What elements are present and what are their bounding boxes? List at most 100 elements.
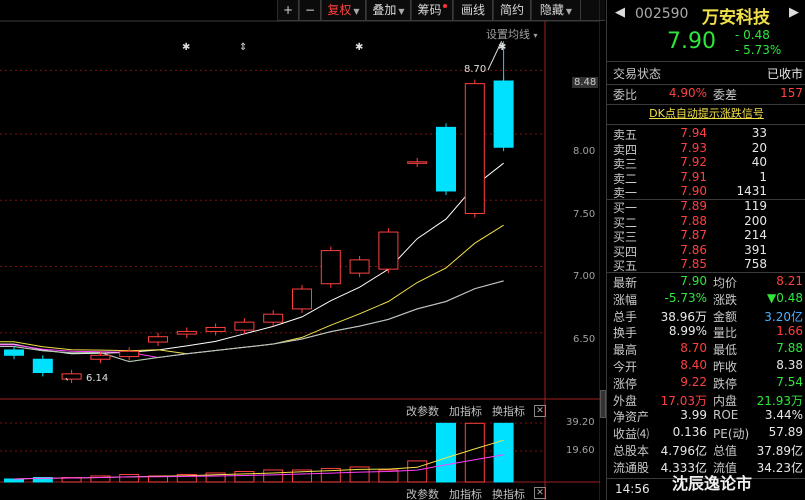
candlestick (436, 126, 456, 192)
status-label: 交易状态 (613, 67, 662, 81)
ma-settings-button[interactable]: 设置均线 ▾ (486, 26, 538, 42)
volume-tick-label: 39.20 (566, 417, 595, 428)
level-volume: 758 (744, 257, 767, 272)
stat-label: 收益⑷ (613, 427, 650, 442)
event-marker-icon[interactable]: ✱ (182, 42, 190, 53)
volume-ma-line (13, 454, 504, 480)
candlestick (349, 259, 370, 274)
stat-label: 总手 (613, 309, 638, 324)
volume-bar (234, 470, 255, 483)
switch-indicator-button[interactable]: 换指标 (492, 403, 525, 419)
add-indicator-button[interactable]: 加指标 (449, 486, 482, 500)
level-volume: 1 (759, 169, 767, 184)
bid-level-row[interactable]: 买一 7.89 119 (607, 199, 805, 215)
bid-level-row[interactable]: 买四 7.86 391 (607, 242, 805, 259)
stat-value: 7.54 (776, 374, 803, 389)
edit-params-button[interactable]: 改参数 (406, 486, 439, 500)
bid-level-row[interactable]: 买三 7.87 214 (607, 228, 805, 244)
stat-value: 3.44% (764, 408, 803, 423)
stat-row: 总手 38.96万 金额 3.20亿 (607, 308, 805, 325)
stat-label: 总股本 (613, 444, 650, 458)
candlestick (176, 330, 197, 335)
current-time: 14:56 (615, 482, 650, 496)
candlestick (493, 80, 514, 148)
kline-chart[interactable] (0, 0, 600, 500)
switch-indicator-button[interactable]: 换指标 (492, 486, 525, 500)
trade-status-row: 交易状态 已收市 (607, 65, 805, 83)
stat-value: 7.90 (680, 274, 707, 288)
bid-level-row[interactable]: 买二 7.88 200 (607, 213, 805, 230)
level-price: 7.89 (680, 199, 707, 213)
level-price: 7.87 (680, 228, 707, 243)
stat-label: 涨停 (613, 376, 638, 391)
price-tick-label: 6.50 (573, 334, 596, 345)
level-price: 7.92 (680, 155, 707, 170)
stat-row: 最新 7.90 均价 8.21 (607, 274, 805, 291)
stat-label: ROE (713, 408, 739, 423)
dk-signal-link[interactable]: DK点自动提示涨跌信号 (607, 105, 805, 123)
status-value: 已收市 (766, 67, 803, 81)
stat-label: 涨跌 (713, 292, 738, 307)
event-marker-icon[interactable]: ✱ (355, 42, 363, 53)
stat-label: 净资产 (613, 410, 650, 425)
next-stock-icon[interactable]: ▶ (789, 5, 799, 20)
split-marker-icon[interactable]: ⇕ (239, 42, 247, 53)
stat-value: 17.03万 (660, 393, 707, 408)
stat-row: 今开 8.40 昨收 8.38 (607, 358, 805, 375)
candlestick (292, 288, 312, 310)
ask-level-row[interactable]: 卖一 7.90 1431 (607, 184, 805, 200)
stat-label: 总值 (713, 444, 738, 458)
stat-value: 8.21 (776, 274, 803, 288)
stat-row: 外盘 17.03万 内盘 21.93万 (607, 392, 805, 409)
close-icon[interactable]: ✕ (534, 487, 546, 499)
level-volume: 20 (751, 140, 767, 155)
candlestick (320, 250, 341, 285)
add-indicator-button[interactable]: 加指标 (449, 403, 482, 419)
stat-value: 8.38 (776, 358, 803, 372)
edit-params-button[interactable]: 改参数 (406, 403, 439, 419)
stat-value: 0.136 (672, 425, 707, 440)
stat-value: 38.96万 (660, 309, 707, 324)
last-price: 7.90 (667, 29, 716, 54)
min-price-label: 6.14 (86, 373, 109, 384)
stat-value: 57.89 (768, 425, 803, 440)
stat-label: 换手 (613, 326, 638, 341)
event-marker-icon[interactable]: ✱ (498, 42, 506, 53)
stat-value: 21.93万 (756, 393, 803, 408)
max-price-label: 8.70 (464, 64, 487, 75)
candlestick (148, 336, 168, 343)
candlestick (464, 83, 485, 215)
stat-label: 外盘 (613, 393, 638, 408)
volume-ma-line (13, 439, 504, 480)
close-icon[interactable]: ✕ (534, 405, 546, 417)
stat-row: 净资产 3.99 ROE 3.44% (607, 408, 805, 425)
stat-row: 换手 8.99% 量比 1.66 (607, 324, 805, 341)
ask-level-row[interactable]: 卖二 7.91 1 (607, 169, 805, 186)
candlestick (61, 373, 82, 380)
prev-stock-icon[interactable]: ◀ (615, 5, 625, 20)
stock-code: 002590 (635, 6, 689, 22)
volume-bar (263, 469, 284, 483)
candlestick (407, 161, 428, 164)
candlestick (32, 358, 53, 373)
volume-bar (4, 478, 24, 483)
stat-value: 3.20亿 (764, 309, 803, 324)
candlestick (90, 354, 111, 360)
volume-bar (493, 422, 514, 483)
stat-label: 均价 (713, 276, 738, 290)
ask-level-row[interactable]: 卖三 7.92 40 (607, 155, 805, 171)
level-price: 7.86 (680, 242, 707, 257)
ask-level-row[interactable]: 卖五 7.94 33 (607, 126, 805, 142)
stat-value: ▼0.48 (767, 290, 803, 305)
price-change-percent: - 5.73% (735, 43, 782, 57)
stat-label: 量比 (713, 326, 738, 341)
stat-row: 最高 8.70 最低 7.88 (607, 341, 805, 358)
stat-label: 最低 (713, 343, 738, 358)
level-volume: 200 (744, 213, 767, 228)
quote-panel: ◀ 002590 万安科技 ▶ 7.90 - 0.48 - 5.73% 交易状态… (606, 0, 805, 500)
ask-level-row[interactable]: 卖四 7.93 20 (607, 140, 805, 157)
stat-value: 34.23亿 (756, 460, 803, 475)
bid-level-row[interactable]: 买五 7.85 758 (607, 257, 805, 273)
order-ratio-value: 4.90% (668, 86, 707, 100)
level-price: 7.85 (680, 257, 707, 272)
